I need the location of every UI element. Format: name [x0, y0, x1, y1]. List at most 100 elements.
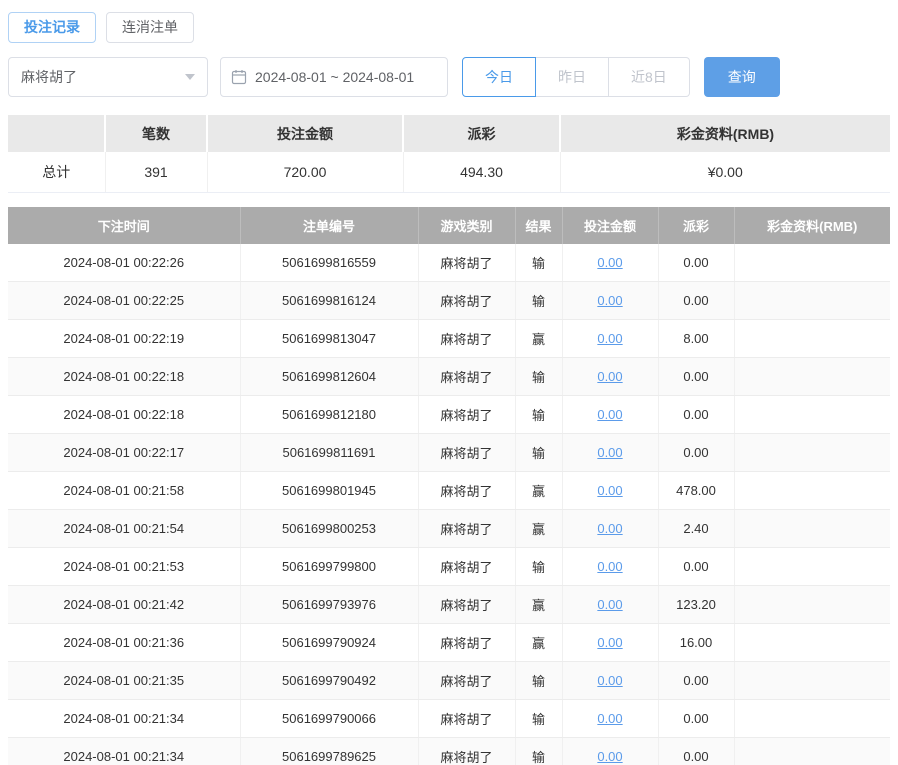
bonus-cell [734, 510, 890, 548]
bet-amount-link[interactable]: 0.00 [597, 521, 622, 536]
bonus-cell [734, 434, 890, 472]
bet-time-cell: 2024-08-01 00:22:19 [8, 320, 240, 358]
header-game-type: 游戏类别 [418, 207, 515, 244]
date-range-picker[interactable]: 2024-08-01 ~ 2024-08-01 [220, 57, 448, 97]
calendar-icon [231, 69, 247, 85]
summary-bonus-value: ¥0.00 [560, 152, 890, 192]
order-id-cell: 5061699801945 [240, 472, 418, 510]
header-result: 结果 [515, 207, 562, 244]
table-row: 2024-08-01 00:21:355061699790492麻将胡了输0.0… [8, 662, 890, 700]
bet-time-cell: 2024-08-01 00:21:42 [8, 586, 240, 624]
bonus-cell [734, 472, 890, 510]
summary-header-blank [8, 115, 105, 152]
summary-header-bet-amount: 投注金额 [207, 115, 403, 152]
bet-time-cell: 2024-08-01 00:21:58 [8, 472, 240, 510]
header-bonus: 彩金资料(RMB) [734, 207, 890, 244]
bet-time-cell: 2024-08-01 00:21:54 [8, 510, 240, 548]
table-row: 2024-08-01 00:21:535061699799800麻将胡了输 0.0… [8, 548, 890, 586]
order-id-cell: 5061699816559 [240, 244, 418, 282]
order-id-cell: 5061699813047 [240, 320, 418, 358]
last8days-button[interactable]: 近8日 [609, 57, 690, 97]
result-cell: 输 [515, 548, 562, 586]
table-row: 2024-08-01 00:21:585061699801945麻将胡了赢0.0… [8, 472, 890, 510]
order-id-cell: 5061699811691 [240, 434, 418, 472]
bonus-cell [734, 320, 890, 358]
payout-cell: 123.20 [658, 586, 734, 624]
bet-amount-link[interactable]: 0.00 [597, 635, 622, 650]
bet-amount-link[interactable]: 0.00 [597, 749, 622, 764]
bet-amount-link[interactable]: 0.00 [597, 445, 622, 460]
game-type-cell: 麻将胡了 [418, 472, 515, 510]
payout-cell: 8.00 [658, 320, 734, 358]
order-id-cell: 5061699816124 [240, 282, 418, 320]
bet-amount-cell: 0.00 [562, 396, 658, 434]
header-bet-amount: 投注金额 [562, 207, 658, 244]
bet-amount-link[interactable]: 0.00 [597, 407, 622, 422]
game-type-cell: 麻将胡了 [418, 396, 515, 434]
table-row: 2024-08-01 00:21:545061699800253麻将胡了赢0.0… [8, 510, 890, 548]
game-type-cell: 麻将胡了 [418, 662, 515, 700]
bet-time-cell: 2024-08-01 00:21:53 [8, 548, 240, 586]
table-row: 2024-08-01 00:21:345061699790066麻将胡了输0.0… [8, 700, 890, 738]
bet-amount-cell: 0.00 [562, 282, 658, 320]
bet-table-body: 2024-08-01 00:22:265061699816559麻将胡了输0.0… [8, 244, 890, 765]
query-button[interactable]: 查询 [704, 57, 780, 97]
bonus-cell [734, 548, 890, 586]
game-type-cell: 麻将胡了 [418, 548, 515, 586]
table-row: 2024-08-01 00:22:185061699812180麻将胡了输 0.0… [8, 396, 890, 434]
result-cell: 输 [515, 244, 562, 282]
game-select[interactable]: 麻将胡了 [8, 57, 208, 97]
bonus-cell [734, 586, 890, 624]
table-row: 2024-08-01 00:21:345061699789625麻将胡了输0.0… [8, 738, 890, 765]
game-type-cell: 麻将胡了 [418, 700, 515, 738]
today-button[interactable]: 今日 [462, 57, 536, 97]
date-range-value: 2024-08-01 ~ 2024-08-01 [255, 69, 414, 85]
bet-table-header-row: 下注时间 注单编号 游戏类别 结果 投注金额 派彩 彩金资料(RMB) [8, 207, 890, 244]
bet-amount-link[interactable]: 0.00 [597, 597, 622, 612]
bet-amount-link[interactable]: 0.00 [597, 559, 622, 574]
bet-amount-link[interactable]: 0.00 [597, 711, 622, 726]
chevron-down-icon [185, 74, 195, 80]
table-row: 2024-08-01 00:21:365061699790924麻将胡了赢0.0… [8, 624, 890, 662]
tab-cancelled-orders[interactable]: 连消注单 [106, 12, 194, 43]
game-type-cell: 麻将胡了 [418, 244, 515, 282]
summary-bet-amount-value: 720.00 [207, 152, 403, 192]
game-type-cell: 麻将胡了 [418, 738, 515, 765]
game-type-cell: 麻将胡了 [418, 434, 515, 472]
table-row: 2024-08-01 00:21:425061699793976麻将胡了赢0.0… [8, 586, 890, 624]
quick-date-buttons: 今日 昨日 近8日 [462, 57, 690, 97]
bet-time-cell: 2024-08-01 00:22:17 [8, 434, 240, 472]
bet-amount-link[interactable]: 0.00 [597, 369, 622, 384]
order-id-cell: 5061699790924 [240, 624, 418, 662]
bonus-cell [734, 738, 890, 765]
result-cell: 赢 [515, 320, 562, 358]
bet-time-cell: 2024-08-01 00:21:34 [8, 700, 240, 738]
game-type-cell: 麻将胡了 [418, 586, 515, 624]
result-cell: 输 [515, 282, 562, 320]
summary-header-bonus: 彩金资料(RMB) [560, 115, 890, 152]
result-cell: 赢 [515, 510, 562, 548]
bonus-cell [734, 700, 890, 738]
tab-bet-records[interactable]: 投注记录 [8, 12, 96, 43]
order-id-cell: 5061699790066 [240, 700, 418, 738]
bet-time-cell: 2024-08-01 00:22:18 [8, 396, 240, 434]
yesterday-button[interactable]: 昨日 [536, 57, 609, 97]
order-id-cell: 5061699799800 [240, 548, 418, 586]
bet-amount-link[interactable]: 0.00 [597, 331, 622, 346]
bet-amount-link[interactable]: 0.00 [597, 483, 622, 498]
game-type-cell: 麻将胡了 [418, 624, 515, 662]
result-cell: 输 [515, 738, 562, 765]
bet-amount-link[interactable]: 0.00 [597, 255, 622, 270]
bet-amount-cell: 0.00 [562, 358, 658, 396]
result-cell: 赢 [515, 624, 562, 662]
order-id-cell: 5061699793976 [240, 586, 418, 624]
payout-cell: 478.00 [658, 472, 734, 510]
result-cell: 输 [515, 662, 562, 700]
bet-amount-link[interactable]: 0.00 [597, 293, 622, 308]
result-cell: 输 [515, 396, 562, 434]
order-id-cell: 5061699812180 [240, 396, 418, 434]
game-type-cell: 麻将胡了 [418, 320, 515, 358]
bet-amount-cell: 0.00 [562, 548, 658, 586]
bet-amount-link[interactable]: 0.00 [597, 673, 622, 688]
bet-records-table: 下注时间 注单编号 游戏类别 结果 投注金额 派彩 彩金资料(RMB) 2024… [8, 207, 890, 765]
